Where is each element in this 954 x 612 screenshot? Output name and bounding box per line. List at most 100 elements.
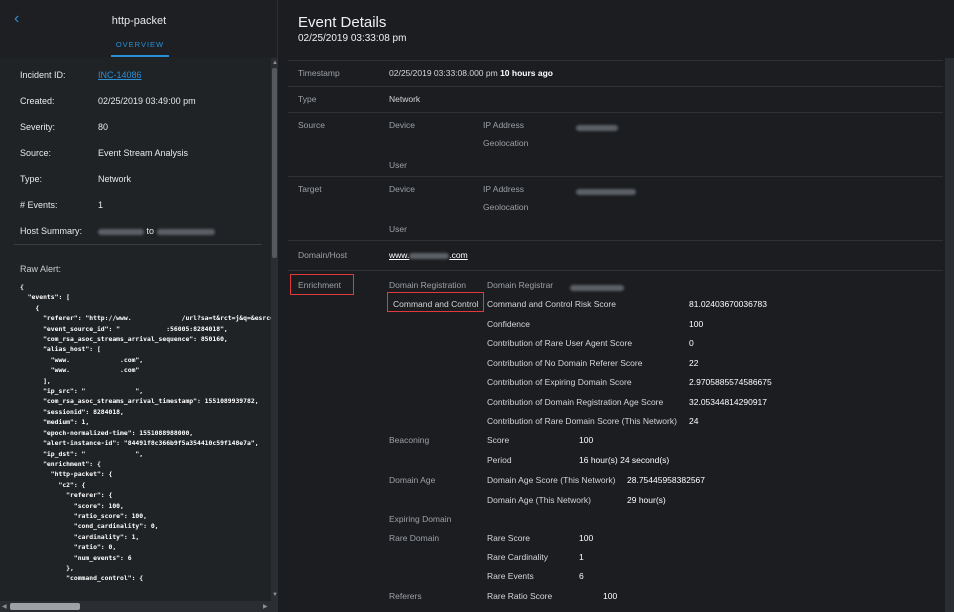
raw-alert-line: "medium": 1, [20, 418, 90, 427]
rare-domain-label: Rare Domain [389, 533, 440, 543]
severity-value: 80 [98, 122, 109, 132]
raw-alert-line: "cond_cardinality": 0, [20, 522, 159, 531]
redacted-ip [576, 186, 636, 196]
events-value: 1 [98, 200, 104, 210]
tab-overview[interactable]: OVERVIEW [111, 40, 169, 49]
host-summary-row: Host Summary: to [0, 218, 270, 244]
raw-alert-line: "c2": { [20, 480, 86, 489]
detail-label: Rare Events [487, 571, 534, 581]
event-details-title: Event Details [298, 14, 387, 31]
detail-label: Contribution of Rare User Agent Score [487, 338, 633, 348]
redacted-host [156, 228, 215, 235]
raw-alert-line: "events": [ [20, 293, 71, 302]
detail-value: 28.75445958382567 [627, 475, 705, 485]
raw-alert-line: "alert-instance-id": "84491f8c366b9f5a35… [20, 439, 259, 448]
scroll-up-arrow-icon[interactable]: ▲ [272, 60, 277, 66]
user-label: User [389, 160, 407, 170]
host-summary-to: to [146, 226, 155, 236]
raw-alert-line: "com_rsa_asoc_streams_arrival_sequence":… [20, 335, 228, 344]
detail-label: Contribution of No Domain Referer Score [487, 357, 643, 368]
detail-value: 22 [689, 357, 699, 368]
incident-id-link[interactable]: INC-14086 [98, 70, 142, 80]
raw-alert-line: "command_control": { [20, 574, 144, 583]
detail-value: 1 [579, 552, 584, 562]
scroll-left-arrow-icon[interactable]: ◀ [2, 603, 7, 610]
domain-host-row: Domain/Host www. .com [288, 240, 943, 270]
detail-value: 81.02403670036783 [689, 299, 767, 309]
raw-alert-json[interactable]: { "events": [ { "referer": "http://www. … [20, 282, 272, 598]
raw-alert-line: "enrichment": { [20, 459, 101, 468]
device-label: Device [389, 184, 415, 194]
detail-value: 100 [579, 435, 594, 445]
type-row: Type: Network [0, 166, 270, 192]
geolocation-label: Geolocation [483, 202, 529, 212]
timestamp-value: 02/25/2019 03:33:08.000 pm 10 hours ago [389, 68, 553, 78]
incident-overview-panel: ‹ http-packet OVERVIEW Incident ID: INC-… [0, 0, 278, 612]
raw-alert-line: }, [20, 563, 74, 572]
source-value: Event Stream Analysis [98, 148, 189, 158]
raw-alert-line: "ip_src": " ", [20, 387, 144, 396]
geolocation-label: Geolocation [483, 138, 529, 148]
scroll-right-arrow-icon[interactable]: ▶ [263, 603, 268, 610]
detail-value: 24 [689, 416, 699, 426]
raw-alert-line: "com_rsa_asoc_streams_arrival_timestamp"… [20, 397, 259, 406]
events-label: # Events: [20, 200, 58, 210]
expiring-domain-label: Expiring Domain [389, 514, 452, 524]
ip-address-label: IP Address [483, 120, 524, 130]
source-row: Source Device IP Address Geolocation Use… [288, 112, 943, 176]
detail-label: Contribution of Rare Domain Score (This … [487, 416, 677, 426]
scroll-down-arrow-icon[interactable]: ▼ [272, 592, 277, 598]
timestamp-row: Timestamp 02/25/2019 03:33:08.000 pm 10 … [288, 60, 943, 86]
domain-host-label: Domain/Host [298, 250, 348, 260]
severity-row: Severity: 80 [0, 114, 270, 140]
vertical-scrollbar-thumb[interactable] [272, 68, 277, 258]
raw-alert-line: "cardinality": 1, [20, 532, 140, 541]
domain-host-link[interactable]: www. .com [389, 250, 468, 260]
detail-label: Rare Cardinality [487, 552, 548, 562]
detail-value: 29 hour(s) [627, 495, 666, 505]
user-label: User [389, 224, 407, 234]
detail-label: Command and Control Risk Score [487, 299, 616, 309]
raw-alert-line: "epoch-normalized-time": 1551088988000, [20, 428, 194, 437]
detail-label: Contribution of Expiring Domain Score [487, 377, 632, 387]
events-row: # Events: 1 [0, 192, 270, 218]
incident-title: http-packet [111, 15, 167, 27]
detail-label: Confidence [487, 318, 531, 329]
device-label: Device [389, 120, 415, 130]
detail-label: Score [487, 435, 510, 445]
raw-alert-line: { [20, 303, 40, 312]
type-value: Network [98, 174, 132, 184]
detail-label: Rare Score [487, 533, 530, 543]
raw-alert-line: "sessionid": 8284018, [20, 407, 124, 416]
enrichment-row: Enrichment Domain Registration Domain Re… [288, 270, 943, 612]
type-label: Type [298, 94, 317, 104]
raw-alert-line: { [20, 283, 24, 291]
target-label: Target [298, 184, 322, 194]
type-row: Type Network [288, 86, 943, 112]
raw-alert-line: "www. .com" [20, 366, 140, 375]
vertical-scrollbar[interactable] [945, 58, 954, 612]
raw-alert-line: "event_source_id": " :56005:8284018", [20, 324, 228, 333]
detail-label: Rare Ratio Score [487, 591, 553, 601]
domain-age-label: Domain Age [389, 475, 436, 485]
raw-alert-line: ], [20, 376, 51, 385]
domain-registration-label: Domain Registration [389, 280, 467, 290]
host-summary-value: to [98, 226, 215, 236]
horizontal-scrollbar-thumb[interactable] [10, 603, 80, 610]
raw-alert-line: "alias_host": [ [20, 345, 101, 354]
detail-value: 100 [689, 318, 704, 329]
detail-label: Domain Age (This Network) [487, 495, 591, 505]
detail-value: 32.05344814290917 [689, 396, 767, 407]
active-tab-indicator [111, 55, 169, 57]
event-details-panel: Event Details 02/25/2019 03:33:08 pm Tim… [279, 0, 954, 612]
raw-alert-line: "ratio": 0, [20, 543, 117, 552]
event-details-subtitle: 02/25/2019 03:33:08 pm [298, 33, 407, 44]
source-row: Source: Event Stream Analysis [0, 140, 270, 166]
raw-alert-line: "www. .com", [20, 355, 144, 364]
detail-value: 16 hour(s) 24 second(s) [579, 455, 670, 465]
timestamp-label: Timestamp [298, 68, 340, 78]
timestamp-relative: 10 hours ago [500, 68, 553, 78]
incident-id-row: Incident ID: INC-14086 [0, 62, 270, 88]
created-value: 02/25/2019 03:49:00 pm [98, 96, 196, 106]
divider [14, 244, 262, 245]
